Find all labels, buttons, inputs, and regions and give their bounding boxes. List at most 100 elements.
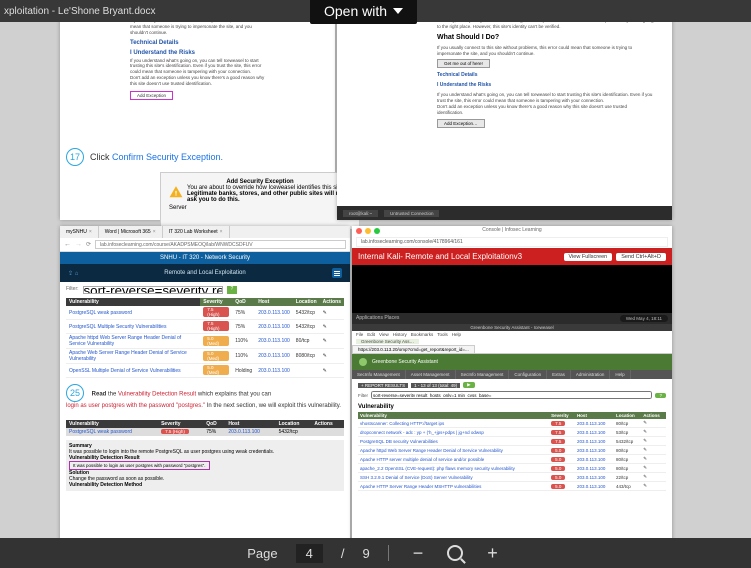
ff-menu-item[interactable]: View xyxy=(379,332,389,337)
greenbone-nav: SecInfo ManagementAsset ManagementSecInf… xyxy=(352,370,672,379)
bl-url-bar: ← → ⟳ lab.infoseclearning.com/course/AKA… xyxy=(60,238,350,252)
ff-tabs: Greenbone Security Ass… xyxy=(352,338,672,345)
gb-section-title: Vulnerability xyxy=(352,402,672,412)
ff-menu: File Edit View History BookmarksTools Help xyxy=(352,331,672,338)
vuln-table-2: Vulnerability Severity QoD Host Location… xyxy=(66,420,344,436)
page-total: 9 xyxy=(362,546,369,561)
vm-header: Internal Kali- Remote and Local Exploita… xyxy=(352,248,672,265)
tab-word[interactable]: Word | Microsoft 365× xyxy=(99,226,163,238)
vm-title: Internal Kali- Remote and Local Exploita… xyxy=(358,252,522,261)
tr-p1: If you usually connect to this site with… xyxy=(437,45,654,57)
page-label: Page xyxy=(247,546,277,561)
gb-table: Vulnerability Severity Host Location Act… xyxy=(358,412,666,491)
get-me-out-button[interactable]: Get me out of here! xyxy=(437,59,490,68)
ff-menu-item[interactable]: Bookmarks xyxy=(411,332,434,337)
tr-taskbar: root@kali:~ Untrusted Connection xyxy=(337,206,672,220)
kali-menu-left[interactable]: Applications Places xyxy=(356,315,399,322)
gb-nav-item[interactable]: SecInfo Management xyxy=(456,370,510,379)
tl-p2: If you understand what's going on, you c… xyxy=(130,58,265,76)
dialog-line2: Legitimate banks, stores, and other publ… xyxy=(169,191,351,203)
tab-worksheet[interactable]: IT 320 Lab Worksheet× xyxy=(163,226,230,238)
ff-menu-item[interactable]: Edit xyxy=(367,332,375,337)
add-exception-button-outline[interactable]: Add Exception xyxy=(130,91,173,100)
filter-go-button[interactable]: ? xyxy=(227,286,238,294)
open-with-button[interactable]: Open with xyxy=(310,0,417,24)
tr-tech[interactable]: Technical Details xyxy=(437,72,654,78)
caret-down-icon xyxy=(393,8,403,14)
tab-mysnhu[interactable]: mySNHU× xyxy=(60,226,99,238)
ff-menu-item[interactable]: File xyxy=(356,332,363,337)
tr-p2: If you understand what's going on, you c… xyxy=(437,92,654,104)
kali-date: Wed May 4, 18:11 xyxy=(620,315,668,322)
filter-input[interactable] xyxy=(83,286,223,294)
lesson-title-bar: ⇪ ⌂ Remote and Local Exploitation xyxy=(60,264,350,282)
ff-url[interactable]: https://203.0.113.20/omp?cmd=get_report&… xyxy=(352,345,475,353)
br-url-bar: lab.infoseclearning.com/console/4178964/… xyxy=(352,236,672,248)
gb-filter-go[interactable]: ▶ xyxy=(463,382,474,388)
dialog-server: Server xyxy=(169,205,351,211)
page-current[interactable]: 4 xyxy=(296,544,323,563)
tl-tech[interactable]: Technical Details xyxy=(130,40,265,46)
step-17-verb: Click xyxy=(90,152,110,162)
tr-risks[interactable]: I Understand the Risks xyxy=(437,82,654,88)
vuln-table: Vulnerability Severity QoD Host Location… xyxy=(66,298,344,378)
zoom-fit-button[interactable] xyxy=(447,545,463,561)
gb-nav-item[interactable]: SecInfo Management xyxy=(352,370,406,379)
gb-nav-item[interactable]: Extras xyxy=(547,370,571,379)
pane-lab-left: mySNHU× Word | Microsoft 365× IT 320 Lab… xyxy=(60,226,350,556)
add-exception-button[interactable]: Add Exception… xyxy=(437,119,485,128)
doc-title: xploitation - Le'Shone Bryant.docx xyxy=(0,6,155,17)
course-title-bar: SNHU - IT 320 - Network Security xyxy=(60,252,350,264)
tr-p3: Don't add an exception unless you know t… xyxy=(437,104,654,116)
gb-nav-item[interactable]: Administration xyxy=(571,370,611,379)
close-icon[interactable]: × xyxy=(153,229,156,235)
ff-menu-item[interactable]: Help xyxy=(452,332,461,337)
browser-title: Console | Infosec Learning xyxy=(352,227,672,233)
tr-heading: What Should I Do? xyxy=(437,34,654,41)
pane-lab-right: Console | Infosec Learning lab.infosecle… xyxy=(352,226,672,556)
step-17-circle: 17 xyxy=(66,148,84,166)
add-exception-dialog: Add Security Exception You are about to … xyxy=(160,172,360,230)
nav-fwd-icon[interactable]: → xyxy=(75,241,82,248)
send-ctrlaltdel-button[interactable]: Send Ctrl+Alt+D xyxy=(616,253,666,261)
close-icon[interactable]: × xyxy=(220,229,223,235)
pane-warning-left: What Should I Do? If you usually connect… xyxy=(60,0,335,220)
zoom-out-button[interactable]: − xyxy=(407,543,430,564)
greenbone-brand: Greenbone Security Assistant xyxy=(352,354,672,370)
ff-menu-item[interactable]: Tools xyxy=(437,332,448,337)
close-icon[interactable]: × xyxy=(89,229,92,235)
task-terminal[interactable]: root@kali:~ xyxy=(343,210,378,217)
tl-risks[interactable]: I Understand the Risks xyxy=(130,50,265,56)
gb-filter-pager: 1 - 13 of 13 (total: 49) xyxy=(411,383,460,388)
ff-urlrow: https://203.0.113.20/omp?cmd=get_report&… xyxy=(352,345,672,354)
ff-menu-item[interactable]: History xyxy=(393,332,407,337)
nav-reload-icon[interactable]: ⟳ xyxy=(86,241,91,248)
tab-greenbone[interactable]: Greenbone Security Ass… xyxy=(356,339,419,344)
open-with-label: Open with xyxy=(324,3,387,19)
gb-nav-item[interactable]: Asset Management xyxy=(406,370,456,379)
lesson-title: Remote and Local Exploitation xyxy=(60,270,350,276)
warning-icon xyxy=(169,185,183,199)
bl-filter-row: Filter: ? xyxy=(60,282,350,298)
nav-back-icon[interactable]: ← xyxy=(64,241,71,248)
vm-black-border xyxy=(352,265,672,313)
vdr-highlight: It was possible to login as user postgre… xyxy=(69,461,210,470)
page-sep: / xyxy=(341,546,345,561)
step-17-link: Confirm Security Exception. xyxy=(112,152,223,162)
gb-filter-apply[interactable]: ? xyxy=(655,393,666,398)
step-25-text: 25 Read the Vulnerability Detection Resu… xyxy=(60,378,350,416)
window-title: Greenbone Security Assistant - Iceweasel xyxy=(352,324,672,331)
view-fullscreen-button[interactable]: View Fullscreen xyxy=(564,253,613,261)
zoom-in-button[interactable]: + xyxy=(481,543,504,564)
kali-menubar: Applications Places Wed May 4, 18:11 xyxy=(352,313,672,324)
greenbone-logo-icon xyxy=(358,357,368,367)
br-url-input[interactable]: lab.infoseclearning.com/console/4178964/… xyxy=(356,237,668,247)
summary-box: Summary It was possible to login into th… xyxy=(66,440,344,491)
gb-filter-input[interactable] xyxy=(371,391,652,399)
pane-warning-right: Normally, when you try to connect secure… xyxy=(337,0,672,220)
task-browser[interactable]: Untrusted Connection xyxy=(384,210,440,217)
gb-filter-label: + REPORT RESULTS xyxy=(358,383,408,388)
url-input[interactable]: lab.infoseclearning.com/course/AKADPSMEO… xyxy=(95,240,346,249)
gb-nav-item[interactable]: Configuration xyxy=(509,370,547,379)
gb-nav-item[interactable]: Help xyxy=(610,370,630,379)
